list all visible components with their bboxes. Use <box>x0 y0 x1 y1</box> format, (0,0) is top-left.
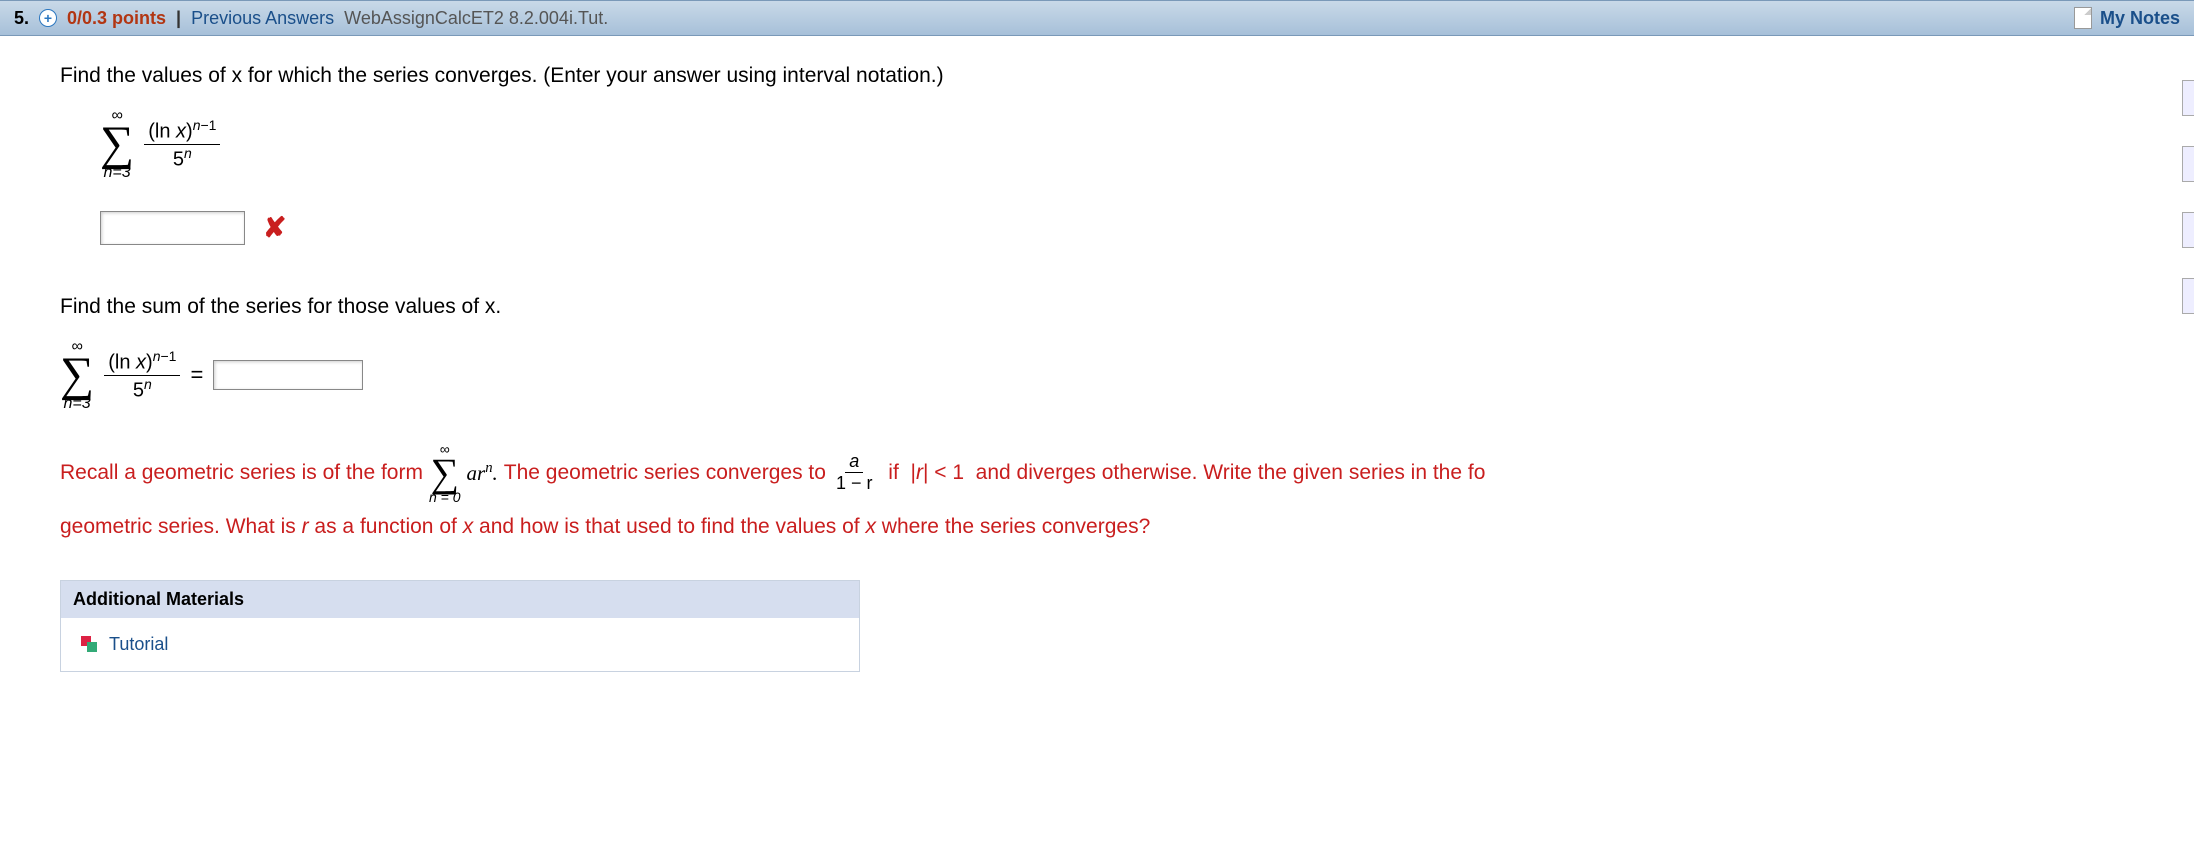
side-stub-2[interactable] <box>2182 146 2194 182</box>
header-left: 5. + 0/0.3 points | Previous Answers Web… <box>14 8 608 29</box>
hint-text: Recall a geometric series is of the form… <box>60 442 2134 550</box>
separator: | <box>176 8 181 29</box>
materials-body: Tutorial <box>61 618 859 671</box>
sigma-icon-2: ∑ <box>60 355 94 396</box>
assignment-code: WebAssignCalcET2 8.2.004i.Tut. <box>344 8 608 29</box>
series-fraction-2: (ln x)n−1 5n <box>104 348 180 402</box>
materials-header: Additional Materials <box>61 581 859 618</box>
prompt-1: Find the values of x for which the serie… <box>60 64 944 87</box>
wrong-icon: ✘ <box>263 211 286 244</box>
hint-line-1: Recall a geometric series is of the form… <box>60 442 2134 504</box>
tutorial-link[interactable]: Tutorial <box>109 634 168 655</box>
sum-answer-input[interactable] <box>213 360 363 390</box>
answer-row-1: ✘ <box>100 211 2134 245</box>
my-notes-link[interactable]: My Notes <box>2100 8 2180 29</box>
previous-answers-link[interactable]: Previous Answers <box>191 8 334 29</box>
hint-frac-num: a <box>845 451 863 473</box>
fraction-numerator-2: (ln x)n−1 <box>104 348 180 376</box>
sigma-lower: n=3 <box>104 165 131 181</box>
note-icon <box>2074 7 2092 29</box>
hint-frac-den: 1 − r <box>832 473 877 494</box>
fraction-denominator-2: 5n <box>129 376 156 403</box>
fraction-numerator: (ln x)n−1 <box>144 117 220 145</box>
question-number: 5. <box>14 8 29 29</box>
question-header: 5. + 0/0.3 points | Previous Answers Web… <box>0 0 2194 36</box>
equals-sign: = <box>190 362 203 388</box>
side-stub-1[interactable] <box>2182 80 2194 116</box>
hint-line-2: geometric series. What is r as a functio… <box>60 504 2134 550</box>
side-toolbar <box>2182 80 2194 314</box>
expand-icon[interactable]: + <box>39 9 57 27</box>
series-expression-1: ∞ ∑ n=3 (ln x)n−1 5n <box>100 108 2134 181</box>
series-fraction: (ln x)n−1 5n <box>144 117 220 171</box>
prompt-text-1: Find the values of x for which the serie… <box>60 64 2134 88</box>
additional-materials: Additional Materials Tutorial <box>60 580 860 672</box>
sigma-icon: ∑ <box>100 124 134 165</box>
tutorial-icon <box>81 634 101 654</box>
hint-part-1: Recall a geometric series is of the form <box>60 450 423 496</box>
sigma-symbol: ∞ ∑ n=3 <box>100 108 134 181</box>
hint-part-3: if |r| < 1 and diverges otherwise. Write… <box>882 450 1485 496</box>
hint-sigma: ∞ ∑ n = 0 <box>429 442 461 504</box>
series-expression-2: ∞ ∑ n=3 (ln x)n−1 5n = <box>60 339 2134 412</box>
points-label: 0/0.3 points <box>67 8 166 29</box>
header-right: My Notes <box>2074 7 2180 29</box>
hint-fraction: a 1 − r <box>832 451 877 493</box>
prompt-text-2: Find the sum of the series for those val… <box>60 295 2134 319</box>
question-content: Find the values of x for which the serie… <box>0 36 2194 712</box>
interval-answer-input[interactable] <box>100 211 245 245</box>
hint-term: arn. <box>467 450 498 496</box>
side-stub-4[interactable] <box>2182 278 2194 314</box>
hint-sigma-icon: ∑ <box>430 456 459 490</box>
sigma-lower-2: n=3 <box>64 396 91 412</box>
sigma-symbol-2: ∞ ∑ n=3 <box>60 339 94 412</box>
hint-part-2: The geometric series converges to <box>504 450 826 496</box>
side-stub-3[interactable] <box>2182 212 2194 248</box>
fraction-denominator: 5n <box>169 145 196 172</box>
hint-sigma-lower: n = 0 <box>429 490 461 504</box>
